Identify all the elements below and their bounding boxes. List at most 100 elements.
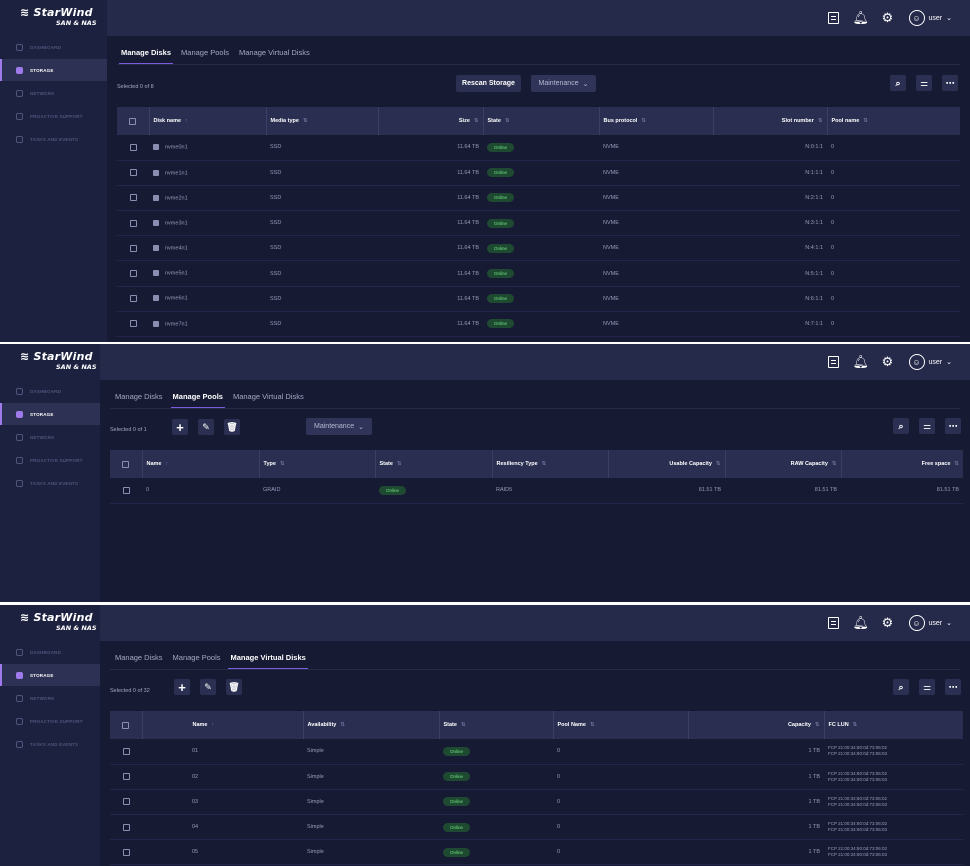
- bell-icon[interactable]: 🔔︎: [853, 355, 870, 369]
- maintenance-dropdown[interactable]: Maintenance ⌄: [531, 75, 596, 92]
- nav-proactive-support[interactable]: PROACTIVE SUPPORT: [0, 105, 107, 127]
- tab-manage-pools[interactable]: Manage Pools: [179, 48, 231, 65]
- nav-dashboard[interactable]: DASHBOARD: [0, 380, 100, 402]
- row-checkbox[interactable]: [122, 798, 130, 806]
- nav-storage[interactable]: STORAGE: [0, 664, 100, 686]
- nav-proactive-support[interactable]: PROACTIVE SUPPORT: [0, 449, 100, 471]
- gear-icon[interactable]: ⚙: [881, 11, 895, 25]
- nav-storage[interactable]: STORAGE: [0, 59, 107, 81]
- table-icon[interactable]: [827, 356, 839, 368]
- tab-manage-virtual-disks[interactable]: Manage Virtual Disks: [237, 48, 312, 65]
- user-menu[interactable]: ☺ user ⌄: [908, 354, 952, 370]
- column-header[interactable]: State ⇅: [483, 107, 600, 135]
- row-checkbox[interactable]: [122, 773, 130, 781]
- search-icon[interactable]: ⌕: [893, 679, 909, 695]
- nav-network[interactable]: NETWORK: [0, 426, 100, 448]
- nav-network[interactable]: NETWORK: [0, 82, 107, 104]
- rescan-storage-button[interactable]: Rescan Storage: [456, 75, 521, 92]
- column-header[interactable]: Slot number ⇅: [713, 107, 828, 135]
- row-checkbox[interactable]: [129, 169, 137, 177]
- row-checkbox[interactable]: [129, 270, 137, 278]
- add-virtual-disk-button[interactable]: +: [174, 679, 190, 695]
- more-icon[interactable]: ⋯: [945, 418, 961, 434]
- tab-manage-virtual-disks[interactable]: Manage Virtual Disks: [228, 653, 308, 670]
- select-all-checkbox[interactable]: [129, 117, 137, 125]
- nav-tasks-events[interactable]: TASKS AND EVENTS: [0, 733, 100, 755]
- table-row[interactable]: nvme1n1 SSD 11.64 TB Online NVME N:1:1:1 0: [117, 160, 960, 186]
- column-header[interactable]: Free space ⇅: [841, 450, 963, 478]
- row-checkbox[interactable]: [129, 320, 137, 328]
- nav-tasks-events[interactable]: TASKS AND EVENTS: [0, 472, 100, 494]
- table-row[interactable]: nvme7n1 SSD 11.64 TB Online NVME N:7:1:1 0: [117, 311, 960, 337]
- add-pool-button[interactable]: +: [172, 419, 188, 435]
- row-checkbox[interactable]: [129, 244, 137, 252]
- bell-icon[interactable]: 🔔︎: [853, 11, 870, 25]
- gear-icon[interactable]: ⚙: [881, 616, 895, 630]
- filter-icon[interactable]: ⚌: [919, 679, 935, 695]
- table-icon[interactable]: [827, 12, 839, 24]
- tab-manage-disks[interactable]: Manage Disks: [119, 48, 174, 65]
- nav-proactive-support[interactable]: PROACTIVE SUPPORT: [0, 710, 100, 732]
- tab-manage-virtual-disks[interactable]: Manage Virtual Disks: [231, 392, 306, 409]
- search-icon[interactable]: ⌕: [890, 75, 906, 91]
- table-row[interactable]: nvme5n1 SSD 11.64 TB Online NVME N:5:1:1 0: [117, 261, 960, 287]
- column-header[interactable]: Pool Name ⇅: [553, 711, 689, 739]
- row-checkbox[interactable]: [129, 295, 137, 303]
- user-menu[interactable]: ☺ user ⌄: [908, 615, 952, 631]
- row-checkbox[interactable]: [129, 194, 137, 202]
- table-row[interactable]: 03 Simple Online 0 1 TB FCP 21:00:34:80:0d:73…: [110, 789, 963, 815]
- column-header[interactable]: Usable Capacity ⇅: [608, 450, 726, 478]
- nav-network[interactable]: NETWORK: [0, 687, 100, 709]
- more-icon[interactable]: ⋯: [945, 679, 961, 695]
- row-checkbox[interactable]: [122, 823, 130, 831]
- tab-manage-pools[interactable]: Manage Pools: [171, 653, 223, 670]
- select-all-checkbox[interactable]: [122, 460, 130, 468]
- column-header[interactable]: Resiliency Type ⇅: [492, 450, 609, 478]
- table-row[interactable]: 04 Simple Online 0 1 TB FCP 21:00:34:80:0d:73…: [110, 815, 963, 840]
- select-all-checkbox[interactable]: [122, 721, 130, 729]
- table-row[interactable]: 0 GRAID Online RAID5 81.51 TB 81.51 TB 81.51 T…: [110, 478, 963, 504]
- row-checkbox[interactable]: [122, 747, 130, 755]
- maintenance-dropdown[interactable]: Maintenance ⌄: [306, 418, 372, 435]
- column-header[interactable]: Name ↑: [142, 711, 304, 739]
- row-checkbox[interactable]: [129, 143, 137, 151]
- tab-manage-disks[interactable]: Manage Disks: [113, 392, 165, 409]
- nav-storage[interactable]: STORAGE: [0, 403, 100, 425]
- row-checkbox[interactable]: [122, 486, 130, 494]
- edit-virtual-disk-button[interactable]: ✎: [200, 679, 216, 695]
- nav-dashboard[interactable]: DASHBOARD: [0, 36, 107, 58]
- filter-icon[interactable]: ⚌: [916, 75, 932, 91]
- column-header[interactable]: Availability ⇅: [303, 711, 440, 739]
- table-row[interactable]: nvme6n1 SSD 11.64 TB Online NVME N:6:1:1 0: [117, 286, 960, 312]
- tab-manage-pools[interactable]: Manage Pools: [170, 392, 225, 409]
- column-header[interactable]: Type ⇅: [259, 450, 376, 478]
- tab-manage-disks[interactable]: Manage Disks: [113, 653, 165, 670]
- column-header[interactable]: Name ↑: [142, 450, 260, 478]
- row-checkbox[interactable]: [129, 219, 137, 227]
- table-row[interactable]: 05 Simple Online 0 1 TB FCP 21:00:34:80:0d:73…: [110, 840, 963, 865]
- column-header[interactable]: RAW Capacity ⇅: [725, 450, 842, 478]
- row-checkbox[interactable]: [122, 848, 130, 856]
- column-header[interactable]: Size ⇅: [378, 107, 484, 135]
- edit-pool-button[interactable]: ✎: [198, 419, 214, 435]
- table-row[interactable]: 02 Simple Online 0 1 TB FCP 21:00:34:80:0d:73…: [110, 764, 963, 790]
- table-icon[interactable]: [827, 617, 839, 629]
- table-row[interactable]: nvme4n1 SSD 11.64 TB Online NVME N:4:1:1 0: [117, 236, 960, 261]
- column-header[interactable]: FC LUN ⇅: [824, 711, 963, 739]
- column-header[interactable]: Bus protocol ⇅: [599, 107, 714, 135]
- bell-icon[interactable]: 🔔︎: [853, 616, 870, 630]
- more-icon[interactable]: ⋯: [942, 75, 958, 91]
- user-menu[interactable]: ☺ user ⌄: [908, 10, 952, 26]
- table-row[interactable]: nvme3n1 SSD 11.64 TB Online NVME N:3:1:1 0: [117, 211, 960, 236]
- column-header[interactable]: Capacity ⇅: [688, 711, 825, 739]
- search-icon[interactable]: ⌕: [893, 418, 909, 434]
- delete-pool-button[interactable]: 🗑︎: [224, 419, 240, 435]
- column-header[interactable]: Pool name ⇅: [827, 107, 960, 135]
- column-header[interactable]: Media type ⇅: [266, 107, 379, 135]
- gear-icon[interactable]: ⚙: [881, 355, 895, 369]
- column-header[interactable]: Disk name ↑: [149, 107, 267, 135]
- column-header[interactable]: State ⇅: [439, 711, 554, 739]
- delete-virtual-disk-button[interactable]: 🗑︎: [226, 679, 242, 695]
- table-row[interactable]: nvme0n1 SSD 11.64 TB Online NVME N:0:1:1 0: [117, 135, 960, 161]
- filter-icon[interactable]: ⚌: [919, 418, 935, 434]
